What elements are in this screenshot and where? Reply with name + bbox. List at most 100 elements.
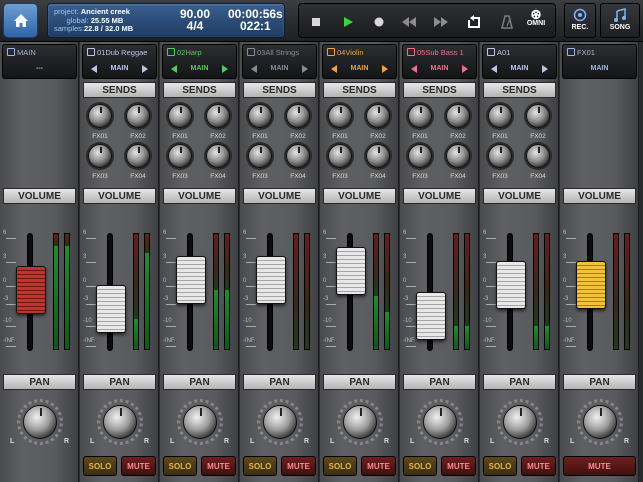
sends-header: SENDS (83, 82, 156, 98)
send-knob[interactable] (366, 104, 390, 128)
solo-button[interactable]: SOLO (483, 456, 517, 476)
mute-button[interactable]: MUTE (563, 456, 636, 476)
channel-routing[interactable]: MAIN (563, 65, 636, 72)
song-button[interactable]: SONG (600, 3, 640, 38)
channel-header[interactable]: 03All Strings MAIN (242, 44, 317, 79)
send-knob[interactable] (488, 144, 512, 168)
scale-label: -3 (3, 296, 9, 302)
solo-button[interactable]: SOLO (403, 456, 437, 476)
send-knob[interactable] (126, 104, 150, 128)
volume-fader-handle[interactable] (576, 261, 606, 309)
pan-knob[interactable] (583, 405, 617, 439)
solo-button[interactable]: SOLO (163, 456, 197, 476)
channel-routing[interactable]: MAIN (483, 65, 556, 72)
scale-tick (246, 346, 256, 347)
rewind-button[interactable] (400, 13, 418, 31)
solo-button[interactable]: SOLO (243, 456, 277, 476)
send-knob[interactable] (488, 104, 512, 128)
channel-routing[interactable]: MAIN (243, 65, 316, 72)
record-button[interactable] (370, 13, 388, 31)
solo-button[interactable]: SOLO (323, 456, 357, 476)
volume-fader-handle[interactable] (176, 256, 206, 304)
send-knob[interactable] (88, 144, 112, 168)
send-knob[interactable] (408, 104, 432, 128)
pan-right-label: R (304, 438, 310, 445)
send-knob[interactable] (328, 144, 352, 168)
channel-routing[interactable]: MAIN (163, 65, 236, 72)
channel-header[interactable]: 01Dub Reggae MAIN (82, 44, 157, 79)
send-knob[interactable] (206, 104, 230, 128)
metronome-button[interactable] (498, 13, 516, 31)
send-knob[interactable] (248, 104, 272, 128)
volume-fader-handle[interactable] (96, 285, 126, 333)
volume-fader-area: 6 3 0 -3 -10 -INF (83, 229, 156, 369)
send-knob[interactable] (286, 104, 310, 128)
pan-knob[interactable] (183, 405, 217, 439)
channel-header[interactable]: 05Sub Bass 1 MAIN (402, 44, 477, 79)
send-label: FX03 (252, 173, 268, 180)
send-knob[interactable] (526, 144, 550, 168)
send-knob[interactable] (126, 144, 150, 168)
mute-button[interactable]: MUTE (201, 456, 236, 476)
channel-header[interactable]: 04Violin MAIN (322, 44, 397, 79)
pan-knob[interactable] (503, 405, 537, 439)
pan-knob[interactable] (103, 405, 137, 439)
rec-button[interactable]: REC. (564, 3, 596, 38)
channel-header[interactable]: 02Harp MAIN (162, 44, 237, 79)
home-button[interactable] (3, 3, 38, 38)
omni-button[interactable]: OMNI (527, 9, 545, 27)
scale-label: 6 (483, 230, 487, 236)
send-knob[interactable] (446, 104, 470, 128)
send-knob[interactable] (408, 144, 432, 168)
pan-knob[interactable] (263, 405, 297, 439)
scale-tick (86, 346, 96, 347)
channel-header[interactable]: A01 MAIN (482, 44, 557, 79)
tempo-display[interactable]: 90.00 4/4 (180, 8, 210, 32)
pan-knob[interactable] (343, 405, 377, 439)
volume-fader-handle[interactable] (496, 261, 526, 309)
play-button[interactable] (339, 13, 357, 31)
send-knob[interactable] (206, 144, 230, 168)
volume-fader-handle[interactable] (256, 256, 286, 304)
volume-fader-handle[interactable] (336, 247, 366, 295)
channel-routing[interactable]: MAIN (323, 65, 396, 72)
mute-button[interactable]: MUTE (521, 456, 556, 476)
meter-unlit (534, 234, 538, 328)
send-label: FX04 (210, 173, 226, 180)
mute-button[interactable]: MUTE (441, 456, 476, 476)
scale-tick (6, 262, 16, 263)
pan-knob[interactable] (423, 405, 457, 439)
fast-forward-button[interactable] (432, 13, 450, 31)
send-knob[interactable] (286, 144, 310, 168)
channel-routing[interactable]: --- (3, 65, 76, 72)
channel-header[interactable]: MAIN --- (2, 44, 77, 79)
send-knob[interactable] (168, 144, 192, 168)
send-knob[interactable] (446, 144, 470, 168)
send-knob[interactable] (88, 104, 112, 128)
mute-button[interactable]: MUTE (361, 456, 396, 476)
pan-left-label: L (90, 438, 95, 445)
channel-strip: 02Harp MAIN SENDS FX01 FX02 FX03 FX04 VOLUME 6… (160, 42, 239, 482)
scale-label: 3 (83, 254, 87, 260)
send-knob[interactable] (366, 144, 390, 168)
pan-knob[interactable] (23, 405, 57, 439)
channel-routing[interactable]: MAIN (403, 65, 476, 72)
channel-routing[interactable]: MAIN (83, 65, 156, 72)
send-knob[interactable] (526, 104, 550, 128)
pan-header: PAN (3, 374, 76, 390)
send-knob[interactable] (328, 104, 352, 128)
scale-tick (326, 286, 336, 287)
volume-fader-handle[interactable] (416, 292, 446, 340)
mute-button[interactable]: MUTE (281, 456, 316, 476)
scale-label: 6 (403, 230, 407, 236)
channel-name-text: FX01 (577, 48, 595, 57)
volume-fader-handle[interactable] (16, 266, 46, 314)
loop-button[interactable] (465, 13, 483, 31)
send-knob[interactable] (248, 144, 272, 168)
channel-header[interactable]: FX01 MAIN (562, 44, 637, 79)
mute-button[interactable]: MUTE (121, 456, 156, 476)
solo-button[interactable]: SOLO (83, 456, 117, 476)
send-knob[interactable] (168, 104, 192, 128)
scale-tick (86, 326, 96, 327)
stop-button[interactable] (307, 13, 325, 31)
